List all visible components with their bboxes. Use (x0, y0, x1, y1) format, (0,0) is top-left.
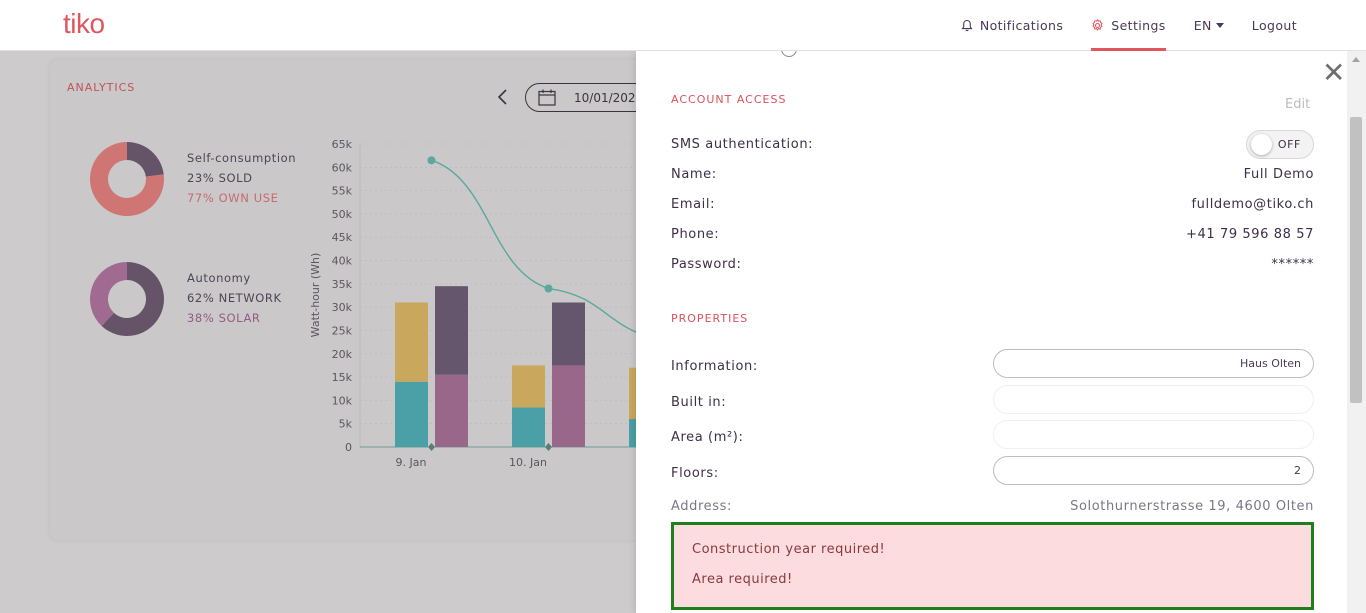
logout-link[interactable]: Logout (1252, 0, 1297, 51)
area-label: Area (m²): (671, 430, 744, 445)
date-value: 10/01/202 (574, 90, 636, 105)
settings-panel: ✕ ACCOUNT ACCESS Edit SMS authentication… (636, 51, 1366, 613)
properties-title: PROPERTIES (671, 312, 749, 325)
name-label: Name: (671, 167, 717, 182)
x-axis-marker (545, 443, 552, 451)
y-tick-label: 25k (332, 324, 353, 337)
top-navigation-bar: tiko Notifications Settings EN Logout (0, 0, 1366, 51)
panel-scrollbar[interactable] (1347, 51, 1366, 613)
language-dropdown[interactable]: EN (1194, 0, 1224, 51)
y-tick-label: 35k (332, 278, 353, 291)
scroll-up-arrow-icon[interactable] (1352, 57, 1360, 62)
built-in-label: Built in: (671, 395, 727, 410)
y-tick-label: 15k (332, 371, 353, 384)
y-tick-label: 30k (332, 301, 353, 314)
settings-label: Settings (1111, 18, 1166, 33)
name-value: Full Demo (1243, 167, 1314, 182)
tiko-logo[interactable]: tiko (63, 8, 105, 40)
self-consumption-title: Self-consumption (187, 151, 297, 165)
password-label: Password: (671, 257, 742, 272)
y-tick-label: 20k (332, 348, 353, 361)
built-in-input[interactable] (993, 385, 1314, 414)
close-icon[interactable]: ✕ (1322, 59, 1345, 87)
x-axis-marker (428, 443, 435, 451)
floors-input[interactable] (993, 456, 1314, 485)
caret-down-icon (1215, 23, 1224, 28)
x-tick-label: 9. Jan (396, 456, 427, 469)
y-tick-label: 10k (332, 394, 353, 407)
password-value: ****** (1271, 257, 1314, 272)
scroll-thumb[interactable] (1350, 117, 1362, 403)
notifications-link[interactable]: Notifications (961, 0, 1063, 51)
donut-slice-solar (90, 262, 127, 326)
information-input[interactable] (993, 349, 1314, 378)
bar-segment[interactable] (435, 374, 468, 447)
y-tick-label: 65k (332, 138, 353, 151)
phone-label: Phone: (671, 227, 720, 242)
email-value: fulldemo@tiko.ch (1191, 197, 1314, 212)
bar-segment[interactable] (512, 365, 545, 408)
floors-label: Floors: (671, 466, 719, 481)
bell-icon (961, 19, 973, 32)
bar-segment[interactable] (395, 302, 428, 382)
self-consumption-donut (90, 142, 164, 216)
bar-segment[interactable] (552, 302, 585, 366)
network-percentage: 62% NETWORK (187, 291, 282, 305)
autonomy-title: Autonomy (187, 271, 251, 285)
settings-link[interactable]: Settings (1091, 0, 1167, 51)
donut-slice-sold (127, 142, 164, 177)
address-value: Solothurnerstrasse 19, 4600 Olten (1070, 499, 1314, 514)
information-label: Information: (671, 359, 758, 374)
sold-percentage: 23% SOLD (187, 171, 253, 185)
y-tick-label: 5k (339, 418, 353, 431)
chevron-left-icon[interactable] (497, 88, 509, 106)
bar-segment[interactable] (512, 407, 545, 447)
bar-segment[interactable] (629, 419, 636, 447)
self-consumption-legend: Self-consumption 23% SOLD 77% OWN USE (187, 148, 296, 208)
energy-bar-chart: Watt-hour (Wh) 0 5k 10k 15k 20k 25k 30k 35k 40k 45… (309, 138, 636, 469)
email-label: Email: (671, 197, 716, 212)
main-nav: Notifications Settings EN Logout (961, 0, 1366, 51)
logout-label: Logout (1251, 18, 1297, 33)
bar-segment[interactable] (435, 286, 468, 375)
y-tick-label: 55k (332, 185, 353, 198)
validation-error-box: Construction year required! Area require… (671, 522, 1314, 610)
own-use-percentage: 77% OWN USE (187, 191, 279, 205)
sms-auth-toggle[interactable]: OFF (1246, 130, 1314, 159)
line-point[interactable] (544, 284, 553, 293)
edit-button[interactable]: Edit (1285, 97, 1310, 112)
phone-value: +41 79 596 88 57 (1185, 227, 1314, 242)
y-tick-label: 50k (332, 208, 353, 221)
analytics-title: ANALYTICS (67, 81, 136, 94)
y-tick-label: 45k (332, 231, 353, 244)
autonomy-donut (90, 262, 164, 336)
language-label: EN (1193, 18, 1212, 33)
area-error: Area required! (692, 572, 793, 587)
toggle-state: OFF (1277, 138, 1301, 151)
bar-segment[interactable] (629, 367, 636, 420)
construction-year-error: Construction year required! (692, 542, 886, 557)
y-tick-label: 0 (345, 441, 352, 454)
partial-circle-icon (781, 51, 797, 57)
y-tick-label: 40k (332, 255, 353, 268)
y-tick-label: 60k (332, 161, 353, 174)
bar-segment[interactable] (395, 381, 428, 447)
account-access-title: ACCOUNT ACCESS (671, 93, 787, 106)
gear-icon (1092, 19, 1103, 31)
line-point[interactable] (427, 156, 436, 165)
bar-segment[interactable] (552, 365, 585, 447)
toggle-knob (1251, 134, 1272, 155)
area-input[interactable] (993, 420, 1314, 449)
notifications-label: Notifications (979, 18, 1064, 33)
solar-percentage: 38% SOLAR (187, 311, 261, 325)
sms-auth-label: SMS authentication: (671, 137, 814, 152)
autonomy-legend: Autonomy 62% NETWORK 38% SOLAR (187, 268, 282, 328)
calendar-icon (538, 89, 556, 106)
address-label: Address: (671, 499, 732, 514)
y-axis-label: Watt-hour (Wh) (309, 253, 322, 338)
x-tick-label: 10. Jan (509, 456, 547, 469)
